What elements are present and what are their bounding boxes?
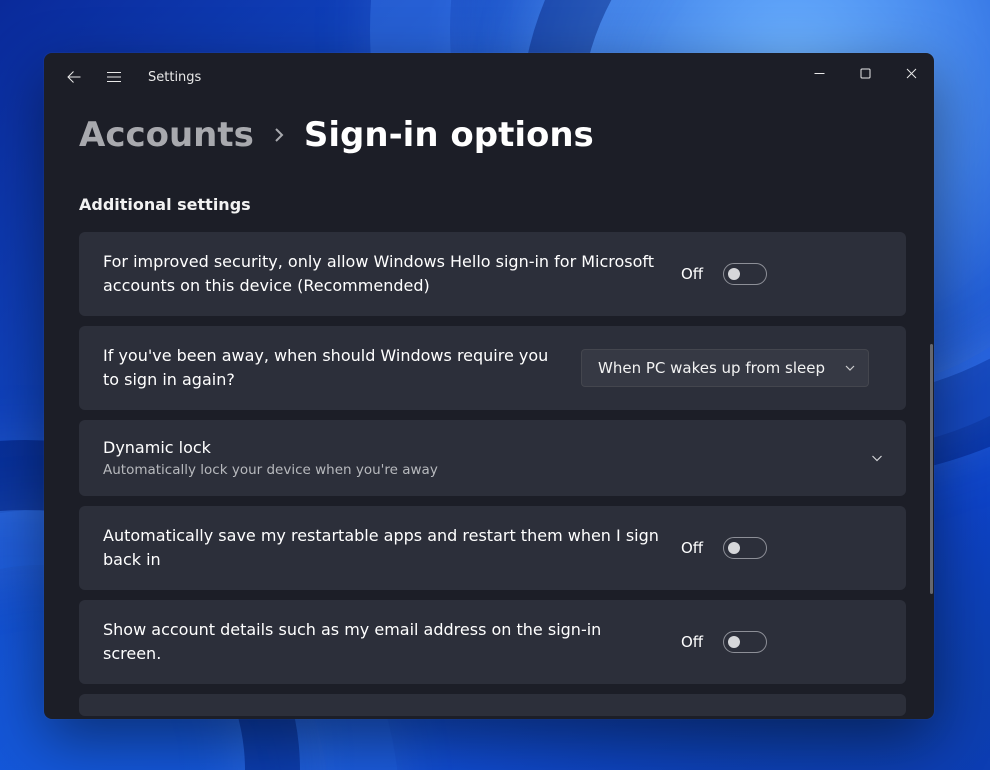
chevron-right-icon <box>272 128 286 142</box>
scrollbar-thumb[interactable] <box>930 344 933 594</box>
maximize-button[interactable] <box>842 57 888 89</box>
setting-restart-apps: Automatically save my restartable apps a… <box>79 506 906 590</box>
toggle-show-account-details[interactable] <box>723 631 767 653</box>
toggle-state-label: Off <box>681 265 703 283</box>
setting-label: For improved security, only allow Window… <box>103 250 663 298</box>
arrow-left-icon <box>66 69 82 85</box>
breadcrumb-current: Sign-in options <box>304 115 594 155</box>
toggle-windows-hello-only[interactable] <box>723 263 767 285</box>
setting-label: Automatically save my restartable apps a… <box>103 524 663 572</box>
content-area: Accounts Sign-in options Additional sett… <box>44 101 934 719</box>
close-icon <box>906 68 917 79</box>
settings-window: Settings Accounts Sign-in options Additi… <box>44 53 934 719</box>
setting-windows-hello-only: For improved security, only allow Window… <box>79 232 906 316</box>
dropdown-value: When PC wakes up from sleep <box>598 359 834 377</box>
close-button[interactable] <box>888 57 934 89</box>
minimize-icon <box>814 68 825 79</box>
setting-label: If you've been away, when should Windows… <box>103 344 563 392</box>
setting-require-signin: If you've been away, when should Windows… <box>79 326 906 410</box>
setting-title: Dynamic lock <box>103 436 663 460</box>
toggle-restart-apps[interactable] <box>723 537 767 559</box>
breadcrumb: Accounts Sign-in options <box>79 115 906 155</box>
setting-subtitle: Automatically lock your device when you'… <box>103 462 852 480</box>
back-button[interactable] <box>54 57 94 97</box>
setting-label: Show account details such as my email ad… <box>103 618 663 666</box>
chevron-down-icon <box>844 362 856 374</box>
setting-dynamic-lock[interactable]: Dynamic lock Automatically lock your dev… <box>79 420 906 496</box>
nav-menu-button[interactable] <box>94 57 134 97</box>
minimize-button[interactable] <box>796 57 842 89</box>
toggle-state-label: Off <box>681 633 703 651</box>
setting-partial <box>79 694 906 716</box>
title-bar: Settings <box>44 53 934 101</box>
toggle-knob-icon <box>728 268 740 280</box>
window-title: Settings <box>148 70 201 85</box>
toggle-state-label: Off <box>681 539 703 557</box>
maximize-icon <box>860 68 871 79</box>
settings-list: For improved security, only allow Window… <box>79 232 906 716</box>
toggle-knob-icon <box>728 636 740 648</box>
require-signin-dropdown[interactable]: When PC wakes up from sleep <box>581 349 869 387</box>
hamburger-icon <box>106 69 122 85</box>
toggle-knob-icon <box>728 542 740 554</box>
chevron-down-icon <box>870 451 884 465</box>
setting-show-account-details: Show account details such as my email ad… <box>79 600 906 684</box>
breadcrumb-parent[interactable]: Accounts <box>79 115 254 155</box>
section-heading: Additional settings <box>79 195 906 214</box>
